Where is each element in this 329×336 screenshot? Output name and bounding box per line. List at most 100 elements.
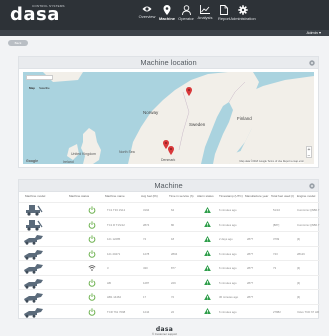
cell-timestamp: 6 minutes ago: [219, 208, 237, 212]
wifi-icon: [88, 265, 96, 271]
alarm-warning-icon[interactable]: [204, 206, 211, 213]
map-label-ireland: Ireland: [63, 160, 74, 164]
map-label-finland: Finland: [237, 116, 252, 121]
machine-thumbnail-icon: [26, 219, 43, 231]
cell-name: HB: [107, 280, 111, 285]
cell-fuel: 74: [143, 237, 147, 241]
table-row[interactable]: HB1 14462 17 72 36 minutes ago 2877 [4]: [19, 289, 320, 303]
cell-engine: Cummins QSB6.7: [297, 208, 320, 212]
brand-logo[interactable]: CONTROL SYSTEMS dasa: [10, 4, 65, 26]
map-type-map[interactable]: Map: [27, 86, 37, 91]
settings-icon[interactable]: [309, 183, 315, 189]
cell-engine: 28126: [297, 251, 305, 256]
panel-title: Machine location: [140, 58, 197, 67]
column-header[interactable]: Machine name: [105, 194, 125, 198]
zoom-control[interactable]: + −: [306, 146, 312, 159]
table-row[interactable]: HB 1287 229 5 minutes ago 2877 [4]: [19, 274, 320, 289]
back-button[interactable]: Back: [8, 40, 28, 46]
cell-year: 2877: [247, 251, 254, 256]
machine-thumbnail-icon: [26, 205, 43, 216]
table-row[interactable]: 121 20471 1278 2804 6 minutes ago 2877 743 281…: [19, 245, 320, 260]
power-icon: [88, 220, 96, 229]
nav-item-label: Administration: [230, 16, 256, 21]
cell-engine: Volvo TCD 67 HR: [297, 309, 320, 314]
power-icon: [88, 278, 96, 287]
cell-name: TC1 T33 1S12: [107, 208, 126, 212]
map-label-norway: Norway: [143, 110, 159, 115]
machine-thumbnail-icon: [24, 307, 43, 318]
cell-timestamp: 6 minutes ago: [219, 266, 237, 270]
table-row[interactable]: 3 430 877 6 minutes ago 2877 73 [4]: [19, 260, 320, 274]
map-type-toggle[interactable]: Map Satellite: [26, 75, 53, 90]
alarm-warning-icon[interactable]: [204, 264, 211, 271]
cell-fuel: 3194: [143, 208, 150, 212]
eye-icon: [142, 6, 152, 12]
zoom-out-button[interactable]: −: [307, 153, 311, 159]
alarm-warning-icon[interactable]: [204, 279, 211, 285]
cell-engine: [4]: [297, 266, 301, 270]
footer-support-link[interactable]: © Customer support: [0, 332, 329, 336]
cell-total-fuel: 27882: [273, 309, 281, 314]
column-header[interactable]: Total fuel used (l): [271, 194, 294, 198]
cell-service: 2804: [171, 251, 178, 256]
map-label-sweden: Sweden: [189, 122, 206, 127]
cell-timestamp: 2 days ago: [219, 237, 233, 241]
map[interactable]: Map Satellite Norway Sweden Finland Denma…: [23, 72, 314, 164]
location-pin-icon: [163, 5, 171, 15]
settings-icon[interactable]: [309, 60, 315, 66]
column-header[interactable]: Manufacture year: [245, 194, 268, 198]
cell-total-fuel: 743: [273, 251, 278, 256]
machine-thumbnail-icon: [24, 278, 43, 289]
alarm-warning-icon[interactable]: [204, 293, 211, 300]
table-row[interactable]: TC1 T33 1S12 3194 64 6 minutes ago 51/10 Cumm…: [19, 202, 320, 216]
cell-fuel: 430: [143, 266, 148, 270]
alarm-warning-icon[interactable]: [204, 221, 211, 227]
column-header[interactable]: Time in service (h): [169, 194, 194, 198]
cell-total-fuel: 73: [273, 266, 277, 270]
cell-timestamp: 6 minutes ago: [219, 251, 237, 256]
cell-service: 22: [171, 309, 175, 314]
column-header[interactable]: Alarm status: [197, 194, 214, 198]
cell-engine: Cummins QSB6.7: [297, 222, 320, 227]
map-marker-pin[interactable]: [186, 87, 192, 96]
cell-name: HB1 14462: [107, 295, 121, 299]
map-label-united-kingdom: United Kingdom: [71, 152, 96, 156]
cell-fuel: 1244: [143, 309, 150, 314]
column-header[interactable]: Timestamp (UTC): [219, 194, 243, 198]
map-attribution[interactable]: Map data ©2018 Google Terms of Use Repor…: [239, 160, 304, 163]
top-navigation-bar: CONTROL SYSTEMS dasa Overview Machine Op…: [0, 0, 329, 30]
cell-name: 121 20471: [107, 251, 121, 256]
cell-service: 72: [171, 295, 175, 299]
column-header[interactable]: Machine model: [25, 194, 45, 198]
machine-location-panel: Machine location Map Satellite Norway Sw…: [18, 56, 319, 168]
alarm-warning-icon[interactable]: [204, 250, 211, 256]
cell-name: 3: [107, 266, 109, 270]
nav-item-administration[interactable]: Administration: [228, 2, 258, 30]
cell-timestamp: 6 minutes ago: [219, 309, 237, 314]
map-label-north-sea: North Sea: [119, 150, 135, 154]
table-row[interactable]: TCR 761 7098 1244 22 6 minutes ago 27882 Volv…: [19, 303, 320, 318]
machine-panel: Machine Machine model Machine status Mac…: [18, 179, 320, 319]
cell-name: 121 12285: [107, 237, 121, 241]
cell-total-fuel: [887]: [273, 222, 280, 227]
document-icon: [220, 5, 228, 15]
column-header[interactable]: Engine model: [297, 194, 315, 198]
cell-timestamp: 36 minutes ago: [219, 295, 239, 299]
alarm-warning-icon[interactable]: [204, 308, 211, 314]
power-icon: [88, 307, 96, 316]
panel-title: Machine: [154, 181, 183, 190]
cell-total-fuel: 51/10: [273, 208, 280, 212]
google-logo: Google: [26, 159, 39, 163]
column-header[interactable]: Avg fuel (l/h): [141, 194, 158, 198]
table-header: Machine model Machine status Machine nam…: [19, 194, 320, 200]
power-icon: [88, 206, 96, 214]
machine-thumbnail-icon: [24, 293, 43, 303]
cell-timestamp: 5 minutes ago: [219, 280, 237, 285]
map-marker-pin[interactable]: [168, 146, 174, 155]
map-type-satellite[interactable]: Satellite: [37, 86, 52, 91]
table-row[interactable]: TC1 R T1S/12 2874 80 6 minutes ago [887] Cumm…: [19, 216, 320, 231]
alarm-warning-icon[interactable]: [204, 235, 211, 242]
table-row[interactable]: 121 12285 74 18 2 days ago 2877 3799 [4]: [19, 231, 320, 245]
cell-engine: [4]: [297, 237, 301, 241]
column-header[interactable]: Machine status: [69, 194, 89, 198]
